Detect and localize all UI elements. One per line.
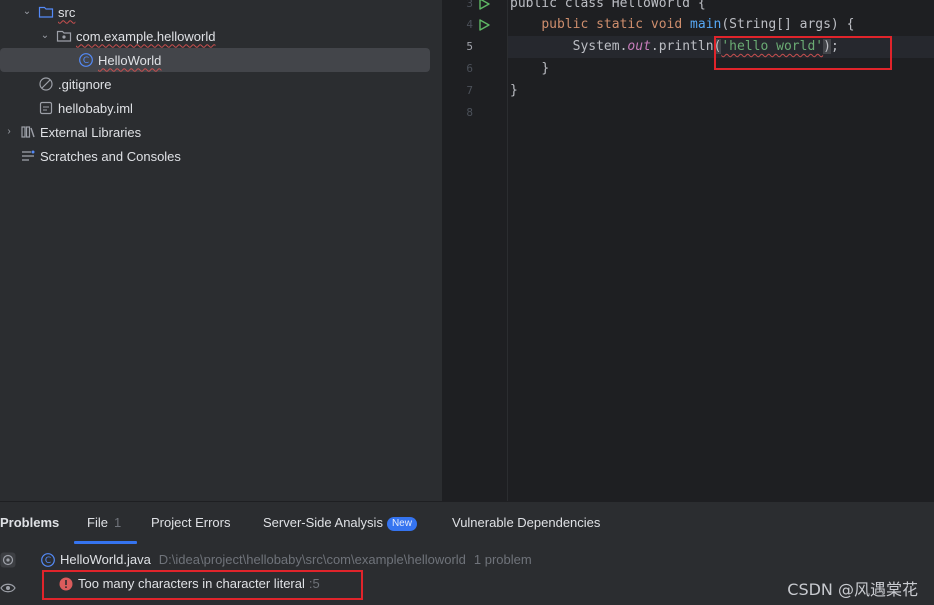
problem-file-summary: 1 problem <box>473 552 532 567</box>
code-line-7: } <box>510 83 518 98</box>
code-line-3: public class HelloWorld { <box>510 0 706 11</box>
tree-item-package[interactable]: ⌄ com.example.helloworld <box>38 24 216 48</box>
tree-item-label: HelloWorld <box>98 52 162 68</box>
tree-item-label: com.example.helloworld <box>76 28 216 44</box>
tree-item-label: hellobaby.iml <box>58 100 133 116</box>
java-class-icon: C <box>78 52 94 68</box>
new-badge: New <box>386 517 417 531</box>
tree-item-label: src <box>58 4 76 20</box>
svg-text:C: C <box>45 556 51 566</box>
code-line-4: public static void main(String[] args) { <box>541 17 855 32</box>
run-class-icon[interactable] <box>477 0 491 11</box>
java-class-icon: C <box>40 552 56 568</box>
module-file-icon <box>38 100 54 116</box>
scratches-icon <box>20 148 36 164</box>
tab-file[interactable]: File 1 <box>87 502 121 544</box>
chevron-down-icon[interactable]: ⌄ <box>38 29 52 43</box>
tree-item-label: Scratches and Consoles <box>40 148 181 164</box>
line-number: 8 <box>466 106 473 119</box>
tree-item-label: .gitignore <box>58 76 112 92</box>
tab-problems[interactable]: Problems <box>0 502 59 544</box>
error-row-highlight-box <box>42 570 363 600</box>
project-tree: ⌄ src ⌄ com.example.helloworld C HelloWo… <box>0 0 442 501</box>
problem-file-row[interactable]: C HelloWorld.java D:\idea\project\hellob… <box>40 549 532 571</box>
line-number: 5 <box>466 40 473 53</box>
error-highlight-box <box>714 36 892 70</box>
folder-icon <box>38 4 54 20</box>
chevron-down-icon[interactable]: ⌄ <box>20 5 34 19</box>
auto-scroll-icon[interactable] <box>0 552 16 568</box>
line-number: 6 <box>466 62 473 75</box>
tree-item-label: External Libraries <box>40 124 142 140</box>
line-number: 7 <box>466 84 473 97</box>
svg-text:C: C <box>83 56 89 66</box>
ignored-file-icon <box>38 76 54 92</box>
tree-item-iml[interactable]: hellobaby.iml <box>38 96 133 120</box>
tab-server-side-analysis[interactable]: Server-Side Analysis New <box>263 502 417 544</box>
tree-item-gitignore[interactable]: .gitignore <box>38 72 111 96</box>
code-editor[interactable]: 3 4 5 6 7 8 public class HelloWorld { pu… <box>443 0 934 501</box>
problems-tool-window: Problems File 1 Project Errors Server-Sid… <box>0 501 934 605</box>
tree-item-src[interactable]: ⌄ src <box>20 0 76 24</box>
eye-icon[interactable] <box>0 580 16 596</box>
tree-item-external-libraries[interactable]: › External Libraries <box>2 120 141 144</box>
file-problem-count: 1 <box>113 515 122 530</box>
tab-vulnerable-dependencies[interactable]: Vulnerable Dependencies <box>452 502 600 544</box>
problem-file-path: D:\idea\project\hellobaby\src\com\exampl… <box>158 552 466 567</box>
problem-file-name: HelloWorld.java <box>60 552 151 567</box>
run-main-icon[interactable] <box>477 18 491 32</box>
code-line-6: } <box>541 61 550 76</box>
active-tab-indicator <box>74 541 137 544</box>
line-number: 3 <box>466 0 473 10</box>
chevron-right-icon[interactable]: › <box>2 125 16 139</box>
tree-item-helloworld[interactable]: C HelloWorld <box>0 48 430 72</box>
package-folder-icon <box>56 28 72 44</box>
watermark: CSDN @风遇棠花 <box>787 580 918 599</box>
tab-project-errors[interactable]: Project Errors <box>151 502 230 544</box>
tree-item-scratches[interactable]: Scratches and Consoles <box>20 144 181 168</box>
library-icon <box>20 124 36 140</box>
line-number: 4 <box>466 18 473 31</box>
